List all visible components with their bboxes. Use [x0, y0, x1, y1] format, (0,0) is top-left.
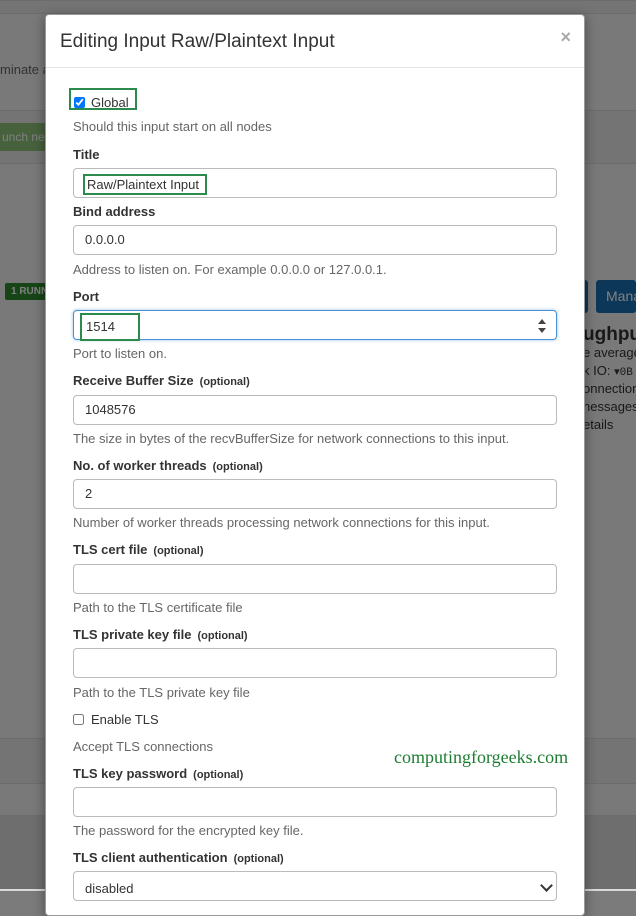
global-checkbox-row[interactable]: Global — [69, 88, 137, 110]
tls-key-password-label: TLS key password (optional) — [73, 766, 244, 781]
stepper-up-icon[interactable] — [538, 319, 546, 324]
title-value: Raw/Plaintext Input — [83, 174, 207, 195]
recv-buffer-label: Receive Buffer Size (optional) — [73, 373, 250, 388]
port-value: 1514 — [80, 313, 140, 341]
worker-threads-label: No. of worker threads (optional) — [73, 458, 263, 473]
global-label: Global — [91, 94, 129, 110]
tls-client-auth-label: TLS client authentication (optional) — [73, 850, 284, 865]
tls-key-help: Path to the TLS private key file — [73, 685, 250, 700]
enable-tls-help: Accept TLS connections — [73, 739, 213, 754]
watermark: computingforgeeks.com — [394, 747, 569, 767]
tls-client-auth-select[interactable]: disabled — [73, 871, 557, 901]
edit-input-modal: Editing Input Raw/Plaintext Input × Glob… — [45, 14, 585, 916]
port-input[interactable]: 1514 — [73, 310, 557, 341]
stepper-down-icon[interactable] — [538, 328, 546, 333]
global-checkbox[interactable] — [74, 96, 85, 108]
port-label: Port — [73, 289, 99, 304]
modal-title: Editing Input Raw/Plaintext Input — [60, 31, 335, 52]
worker-threads-input[interactable]: 2 — [73, 479, 557, 509]
tls-cert-label: TLS cert file (optional) — [73, 542, 204, 557]
tls-cert-input[interactable] — [73, 564, 557, 594]
bind-address-label: Bind address — [73, 204, 156, 219]
title-input[interactable]: Raw/Plaintext Input — [73, 168, 557, 198]
worker-threads-help: Number of worker threads processing netw… — [73, 515, 490, 530]
tls-cert-help: Path to the TLS certificate file — [73, 600, 243, 615]
enable-tls-row[interactable]: Enable TLS — [73, 707, 159, 731]
port-stepper[interactable] — [538, 319, 546, 333]
tls-key-label: TLS private key file (optional) — [73, 627, 248, 642]
bind-address-help: Address to listen on. For example 0.0.0.… — [73, 262, 387, 277]
recv-buffer-input[interactable]: 1048576 — [73, 395, 557, 425]
modal-header: Editing Input Raw/Plaintext Input × — [46, 15, 584, 68]
bind-address-input[interactable]: 0.0.0.0 — [73, 225, 557, 255]
enable-tls-label: Enable TLS — [91, 711, 159, 727]
tls-key-input[interactable] — [73, 648, 557, 678]
chevron-down-icon — [540, 879, 553, 892]
port-help: Port to listen on. — [73, 346, 167, 361]
recv-buffer-help: The size in bytes of the recvBufferSize … — [73, 431, 510, 446]
close-icon[interactable]: × — [560, 27, 571, 48]
global-help: Should this input start on all nodes — [73, 119, 272, 134]
title-label: Title — [73, 147, 100, 162]
enable-tls-checkbox[interactable] — [73, 713, 84, 725]
tls-key-password-help: The password for the encrypted key file. — [73, 823, 304, 838]
tls-key-password-input[interactable] — [73, 787, 557, 817]
